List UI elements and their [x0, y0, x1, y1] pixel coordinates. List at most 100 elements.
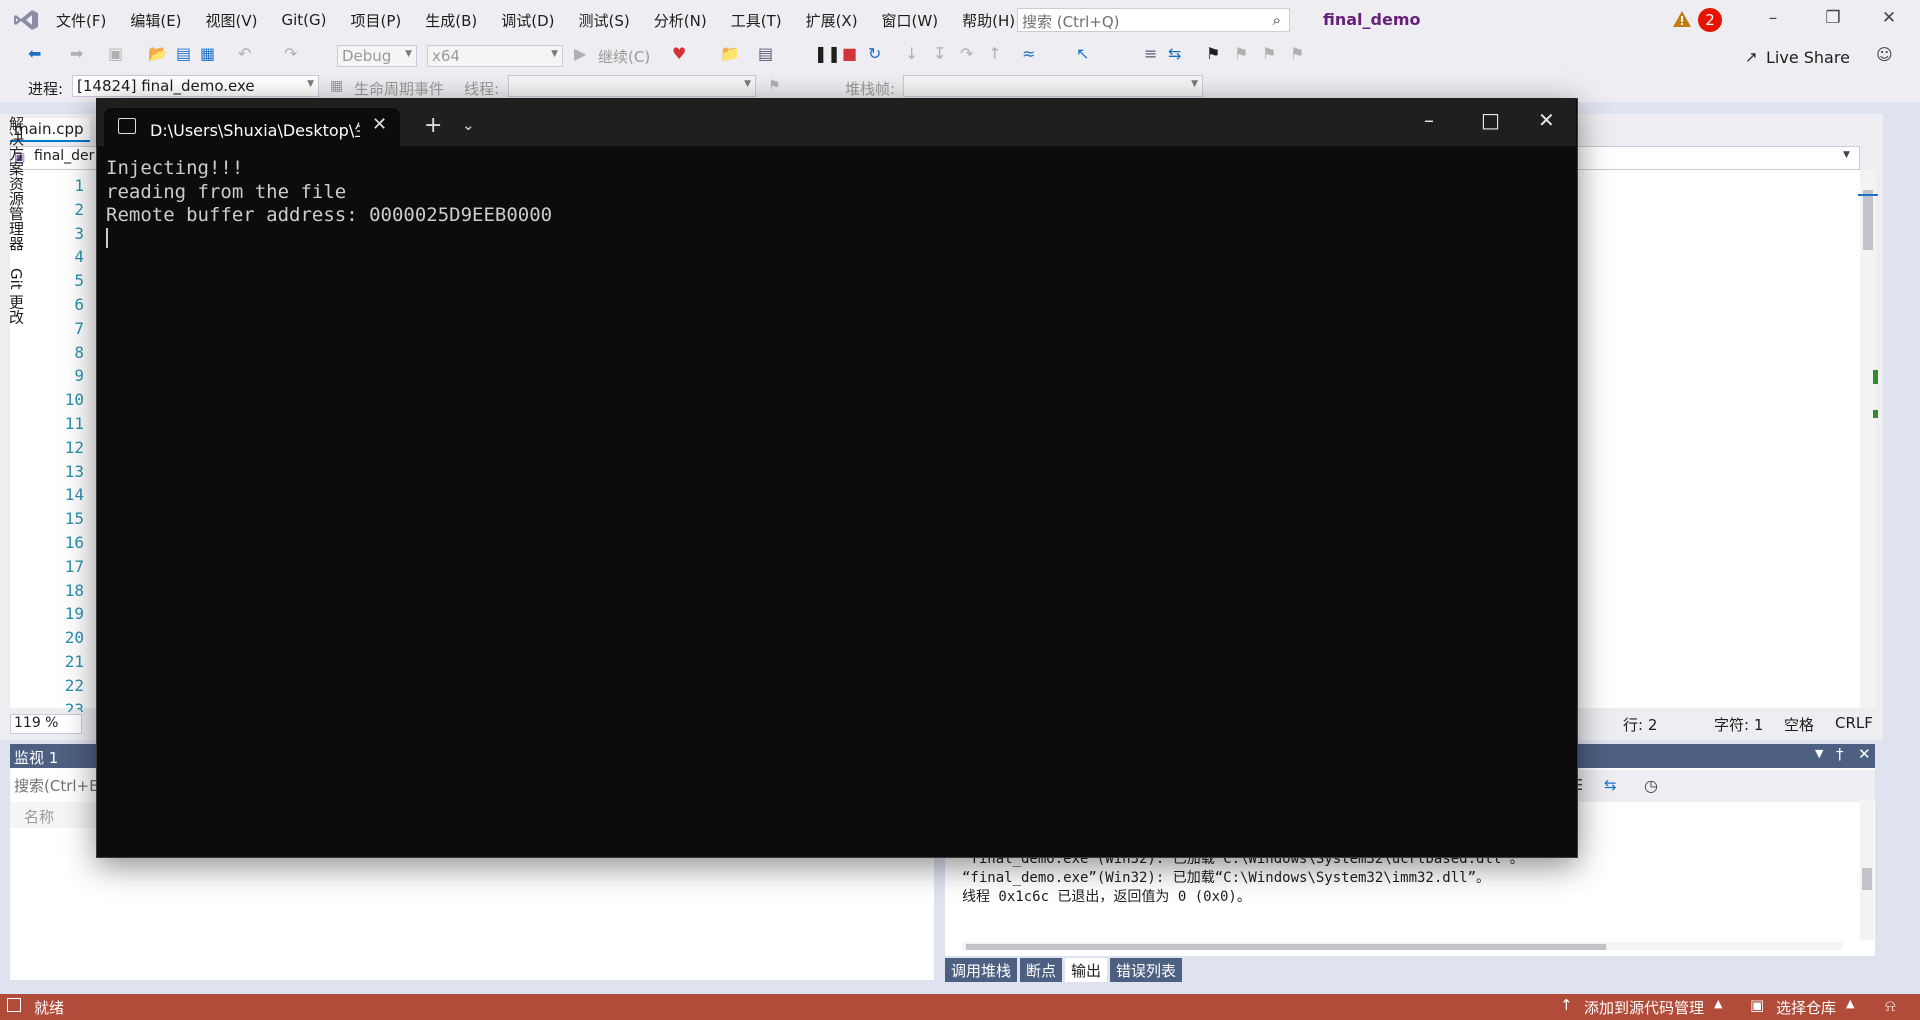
pin-icon[interactable]: †: [1836, 745, 1844, 763]
folder-icon[interactable]: 📁: [720, 44, 740, 63]
stackframe-dropdown[interactable]: ▼: [903, 75, 1203, 97]
menu-debug[interactable]: 调试(D): [489, 10, 566, 31]
stop-icon[interactable]: ■: [842, 44, 857, 63]
step-over-icon[interactable]: ↧: [933, 44, 946, 63]
layout-icon[interactable]: ▤: [758, 44, 773, 63]
notification-badge[interactable]: 2: [1698, 8, 1722, 32]
cursor-line[interactable]: 行: 2: [1623, 714, 1657, 735]
cursor-char[interactable]: 字符: 1: [1714, 714, 1763, 735]
panel-menu-icon[interactable]: ▼: [1815, 747, 1823, 760]
terminal-icon: [118, 118, 136, 134]
clear-bookmark-icon[interactable]: ⚑: [1290, 44, 1304, 63]
indent-mode[interactable]: 空格: [1784, 714, 1814, 735]
arrow-up-icon: ↑: [1560, 996, 1573, 1014]
bookmark-icon[interactable]: ⚑: [1206, 44, 1220, 63]
pause-icon[interactable]: ❚❚: [814, 44, 841, 63]
select-repository-button[interactable]: 选择仓库: [1776, 997, 1836, 1018]
menu-window[interactable]: 窗口(W): [870, 10, 951, 31]
chevron-down-icon[interactable]: ▼: [1843, 150, 1850, 160]
menu-edit[interactable]: 编辑(E): [118, 10, 193, 31]
undo-icon[interactable]: ↶: [238, 44, 251, 63]
continue-button[interactable]: 继续(C): [598, 46, 650, 67]
restore-button[interactable]: ❐: [1813, 8, 1853, 34]
menu-bar: 文件(F) 编辑(E) 视图(V) Git(G) 项目(P) 生成(B) 调试(…: [44, 0, 1027, 40]
tab-breakpoints[interactable]: 断点: [1020, 958, 1063, 982]
watch-search-input[interactable]: 搜索(Ctrl+E: [10, 772, 110, 796]
project-dropdown[interactable]: final_der: [34, 148, 94, 164]
live-share-button[interactable]: Live Share: [1766, 48, 1850, 67]
close-panel-icon[interactable]: ✕: [1858, 745, 1871, 763]
menu-git[interactable]: Git(G): [270, 11, 339, 29]
thread-dropdown[interactable]: ▼: [508, 75, 756, 97]
forward-icon[interactable]: ➡: [70, 44, 83, 63]
process-label: 进程:: [28, 80, 64, 98]
console-close-button[interactable]: ✕: [1538, 108, 1555, 132]
warning-icon[interactable]: [1672, 10, 1692, 28]
step-out-icon[interactable]: ↑: [988, 44, 1001, 63]
minimize-button[interactable]: –: [1753, 8, 1793, 34]
tab-solution-explorer[interactable]: 解决方案资源管理器: [6, 116, 27, 251]
back-icon[interactable]: ⬅: [28, 44, 41, 63]
process-dropdown[interactable]: [14824] final_demo.exe ▼: [72, 75, 319, 97]
status-ready: 就绪: [34, 999, 65, 1017]
bell-icon[interactable]: ⍾: [1885, 996, 1896, 1016]
add-to-source-control-button[interactable]: 添加到源代码管理: [1584, 997, 1704, 1018]
prev-bookmark-icon[interactable]: ⚑: [1234, 44, 1248, 63]
editor-vertical-scrollbar[interactable]: [1860, 170, 1876, 708]
close-button[interactable]: ✕: [1869, 8, 1909, 34]
search-icon: ⌕: [1272, 11, 1281, 29]
flag-thread-icon[interactable]: ⚑: [768, 78, 781, 94]
menu-analyze[interactable]: 分析(N): [642, 10, 719, 31]
new-project-icon[interactable]: ▣: [108, 44, 123, 63]
clock-icon[interactable]: ◷: [1644, 776, 1658, 795]
chevron-down-icon: ▼: [405, 49, 412, 59]
step-into-icon[interactable]: ↓: [905, 44, 918, 63]
save-icon[interactable]: ▤: [176, 44, 191, 63]
console-maximize-button[interactable]: □: [1481, 108, 1500, 132]
zoom-dropdown[interactable]: 119 %: [10, 714, 82, 734]
line-number: 17: [64, 556, 84, 576]
console-minimize-button[interactable]: –: [1424, 108, 1434, 132]
line-ending[interactable]: CRLF: [1835, 714, 1873, 732]
menu-project[interactable]: 项目(P): [339, 10, 414, 31]
lifecycle-events-dropdown[interactable]: 生命周期事件: [354, 78, 444, 99]
menu-help[interactable]: 帮助(H): [950, 10, 1027, 31]
outdent-icon[interactable]: ⇆: [1168, 44, 1181, 63]
menu-build[interactable]: 生成(B): [413, 10, 489, 31]
line-number: 16: [64, 533, 84, 552]
editor-scroll-thumb[interactable]: [1863, 190, 1873, 250]
menu-extensions[interactable]: 扩展(X): [794, 10, 870, 31]
chevron-down-icon[interactable]: ⌄: [462, 116, 475, 134]
new-tab-icon[interactable]: +: [424, 113, 442, 138]
hot-reload-icon[interactable]: ♥: [672, 44, 686, 63]
next-bookmark-icon[interactable]: ⚑: [1262, 44, 1276, 63]
output-vscroll-thumb[interactable]: [1862, 868, 1872, 890]
step-back-icon[interactable]: ↷: [960, 44, 973, 63]
restart-icon[interactable]: ↻: [868, 44, 881, 63]
search-input[interactable]: 搜索 (Ctrl+Q) ⌕: [1017, 8, 1290, 32]
play-icon[interactable]: ▶: [574, 44, 586, 63]
menu-view[interactable]: 视图(V): [194, 10, 270, 31]
tab-output[interactable]: 输出: [1065, 958, 1108, 982]
tab-git-changes[interactable]: Git 更改: [6, 268, 27, 324]
output-line: 线程 0x1c6c 已退出，返回值为 0 (0x0)。: [962, 889, 1251, 905]
feedback-icon[interactable]: ☺: [1876, 45, 1893, 64]
tab-call-stack[interactable]: 调用堆栈: [945, 958, 1018, 982]
output-panel-tabs: 调用堆栈 断点 输出 错误列表: [945, 958, 1185, 982]
word-wrap-icon[interactable]: ⇆: [1604, 776, 1617, 794]
configuration-dropdown[interactable]: Debug ▼: [337, 45, 417, 67]
tab-error-list[interactable]: 错误列表: [1110, 958, 1183, 982]
menu-test[interactable]: 测试(S): [567, 10, 642, 31]
open-file-icon[interactable]: 📂: [148, 44, 168, 63]
indent-icon[interactable]: ≡: [1144, 44, 1157, 63]
menu-tools[interactable]: 工具(T): [719, 10, 794, 31]
save-all-icon[interactable]: ▦: [200, 44, 215, 63]
platform-dropdown[interactable]: x64 ▼: [427, 45, 563, 67]
console-line: Injecting!!!: [106, 157, 244, 179]
select-icon[interactable]: ↖: [1076, 44, 1089, 63]
close-tab-icon[interactable]: ✕: [372, 114, 387, 135]
output-scroll-thumb[interactable]: [966, 944, 1606, 950]
diagnostic-icon[interactable]: ≈: [1022, 44, 1035, 63]
redo-icon[interactable]: ↷: [284, 44, 297, 63]
menu-file[interactable]: 文件(F): [44, 10, 118, 31]
